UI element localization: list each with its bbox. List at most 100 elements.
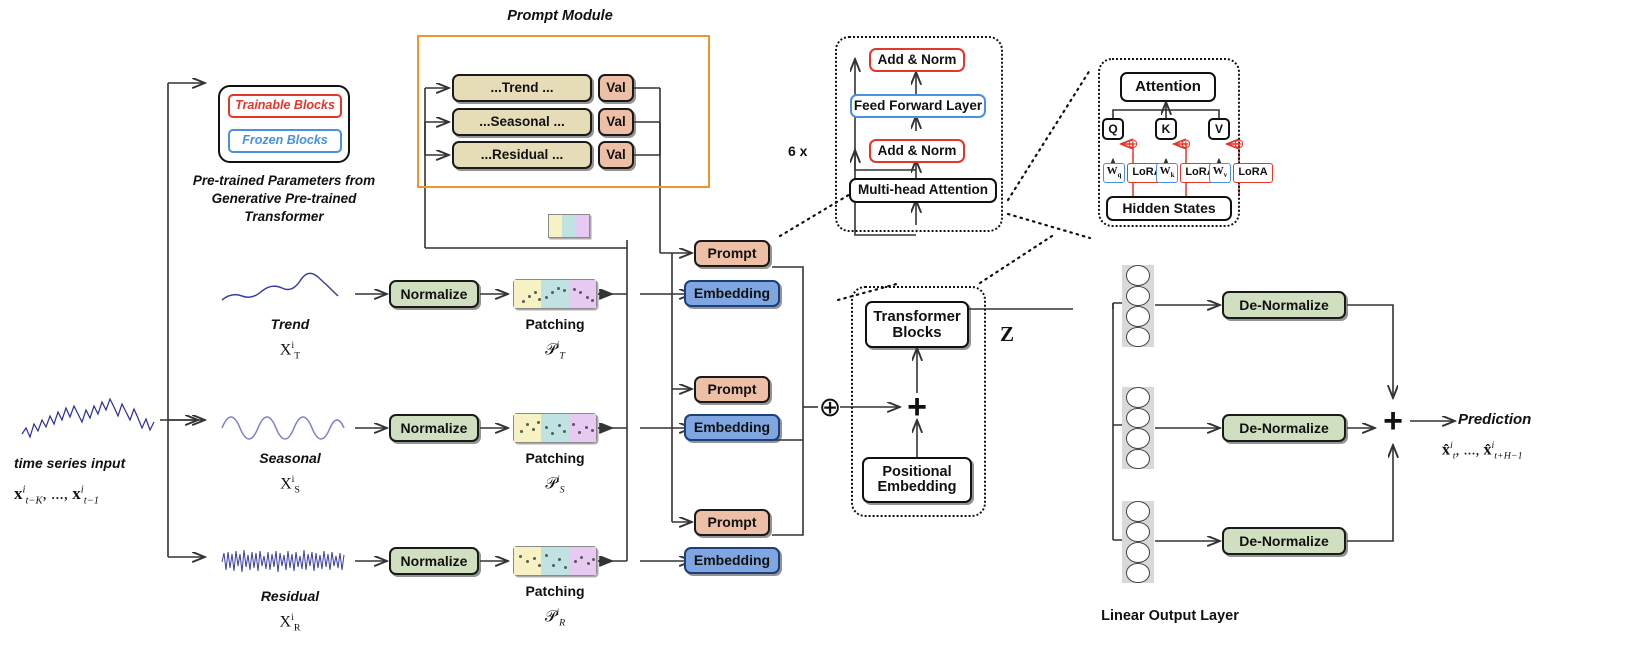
embedding-box-trend-label: Embedding [693, 285, 771, 302]
z-output-label: Z [1000, 322, 1015, 346]
linear-layer-seasonal [1122, 387, 1154, 469]
patching-seasonal-math: 𝒫iS [545, 474, 565, 496]
patching-trend-math: 𝒫iT [545, 340, 565, 362]
normalize-residual[interactable]: Normalize [389, 547, 479, 575]
input-caption: time series input [14, 455, 126, 471]
hidden-states-block[interactable]: Hidden States [1106, 196, 1232, 221]
add-norm-top[interactable]: Add & Norm [869, 48, 965, 72]
prompt-val-trend-label: Val [606, 79, 626, 95]
denormalize-trend-label: De-Normalize [1239, 296, 1329, 313]
prompt-val-residual-label: Val [606, 146, 626, 162]
normalize-seasonal[interactable]: Normalize [389, 414, 479, 442]
positional-embedding[interactable]: Positional Embedding [862, 457, 972, 503]
neuron [1126, 428, 1150, 449]
attention-q-node[interactable]: Q [1102, 118, 1124, 140]
multi-head-attention-label: Multi-head Attention [858, 182, 988, 198]
neuron [1126, 501, 1150, 522]
attention-q-label: Q [1108, 121, 1118, 136]
neuron [1126, 542, 1150, 563]
prompt-val-seasonal[interactable]: Val [598, 108, 634, 136]
core-sum-symbol: + [907, 388, 927, 426]
denormalize-seasonal-label: De-Normalize [1239, 419, 1329, 436]
legend-frozen-chip: Frozen Blocks [228, 129, 342, 153]
lora-add-q-icon: ⊕ [1127, 136, 1139, 152]
transformer-blocks[interactable]: Transformer Blocks [865, 301, 969, 348]
swatch-segment-seasonal [562, 215, 576, 237]
patching-trend[interactable] [513, 279, 597, 309]
patch-seg-2 [541, 547, 569, 575]
prompt-row-trend[interactable]: ...Trend ... [452, 74, 592, 102]
prompt-box-trend[interactable]: Prompt [694, 240, 770, 267]
neuron [1126, 407, 1150, 428]
patching-seasonal[interactable] [513, 413, 597, 443]
neuron [1126, 448, 1150, 469]
attention-block[interactable]: Attention [1120, 72, 1216, 102]
prompt-val-seasonal-label: Val [606, 113, 626, 129]
prompt-box-seasonal-label: Prompt [707, 381, 757, 398]
embedding-box-seasonal[interactable]: Embedding [684, 414, 780, 441]
prompt-box-residual-label: Prompt [707, 514, 757, 531]
prompt-val-residual[interactable]: Val [598, 141, 634, 169]
hidden-states-label: Hidden States [1122, 200, 1216, 217]
prompt-row-residual[interactable]: ...Residual ... [452, 141, 592, 169]
residual-series-math: XiR [279, 612, 301, 634]
linear-output-layer-label: Linear Output Layer [1101, 608, 1239, 624]
add-norm-bottom-label: Add & Norm [877, 142, 957, 158]
feed-forward-layer-label: Feed Forward Layer [853, 97, 983, 113]
normalize-residual-label: Normalize [400, 552, 468, 569]
positional-embedding-label: Positional Embedding [877, 463, 957, 495]
lora-add-v-icon: ⊕ [1233, 136, 1245, 152]
neuron [1126, 562, 1150, 583]
prompt-val-trend[interactable]: Val [598, 74, 634, 102]
trend-series-math: XiT [279, 340, 301, 362]
attention-k-node[interactable]: K [1155, 118, 1177, 140]
prediction-math: x̂it, ..., x̂it+H−1 [1442, 440, 1523, 462]
normalize-seasonal-label: Normalize [400, 419, 468, 436]
linear-layer-trend [1122, 265, 1154, 347]
add-norm-top-label: Add & Norm [877, 51, 957, 67]
lora-v-label: LoRA [1238, 166, 1268, 179]
denormalize-residual[interactable]: De-Normalize [1222, 527, 1346, 555]
multi-head-attention[interactable]: Multi-head Attention [849, 178, 997, 203]
feed-forward-layer[interactable]: Feed Forward Layer [850, 94, 986, 118]
diagram-canvas: Trainable Blocks Frozen Blocks Pre-train… [0, 0, 1632, 665]
prompt-box-seasonal[interactable]: Prompt [694, 376, 770, 403]
weight-wv[interactable]: Wv [1209, 163, 1231, 183]
attention-block-label: Attention [1135, 78, 1201, 96]
denormalize-trend[interactable]: De-Normalize [1222, 291, 1346, 319]
weight-wq[interactable]: Wq [1103, 163, 1125, 183]
prompt-row-seasonal[interactable]: ...Seasonal ... [452, 108, 592, 136]
seasonal-series-label: Seasonal [259, 450, 321, 466]
patching-residual-label: Patching [525, 583, 585, 599]
weight-wk[interactable]: Wk [1156, 163, 1178, 183]
prompt-module-title: Prompt Module [507, 8, 613, 24]
patching-residual[interactable] [513, 546, 597, 576]
attention-v-node[interactable]: V [1208, 118, 1230, 140]
denormalize-residual-label: De-Normalize [1239, 532, 1329, 549]
embedding-box-trend[interactable]: Embedding [684, 280, 780, 307]
linear-layer-residual [1122, 501, 1154, 583]
add-norm-bottom[interactable]: Add & Norm [869, 139, 965, 163]
prompt-box-residual[interactable]: Prompt [694, 509, 770, 536]
prediction-label: Prediction [1458, 411, 1532, 428]
attention-v-label: V [1214, 121, 1223, 136]
neuron [1126, 326, 1150, 347]
neuron [1126, 265, 1150, 286]
patch-seg-1 [514, 547, 542, 575]
legend-trainable-chip: Trainable Blocks [228, 94, 342, 118]
neuron [1126, 306, 1150, 327]
patch-seg-2 [541, 414, 569, 442]
lora-v[interactable]: LoRA [1233, 163, 1273, 183]
swatch-segment-trend [549, 215, 563, 237]
patch-seg-1 [514, 280, 542, 308]
neuron [1126, 521, 1150, 542]
prompt-row-residual-label: ...Residual ... [480, 146, 564, 162]
legend-trainable-label: Trainable Blocks [235, 98, 335, 113]
embedding-box-residual-label: Embedding [693, 552, 771, 569]
normalize-trend[interactable]: Normalize [389, 280, 479, 308]
prompt-row-seasonal-label: ...Seasonal ... [479, 113, 565, 129]
patch-seg-3 [568, 547, 596, 575]
embedding-box-residual[interactable]: Embedding [684, 547, 780, 574]
denormalize-seasonal[interactable]: De-Normalize [1222, 414, 1346, 442]
prompt-patch-swatch [548, 214, 590, 238]
